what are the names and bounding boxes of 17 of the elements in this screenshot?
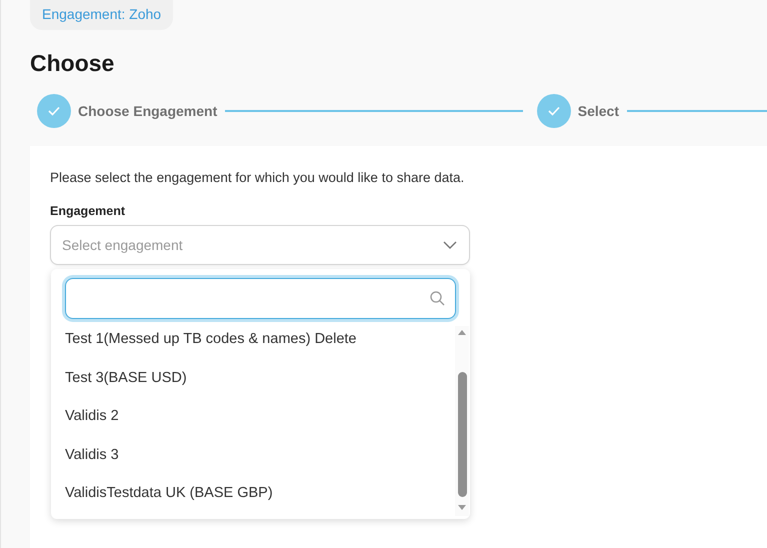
chevron-down-icon [443,241,457,249]
dropdown-option[interactable]: Test 1(Messed up TB codes & names) Delete [65,326,455,364]
scroll-down-icon[interactable] [458,505,466,510]
dropdown-option[interactable]: Validis 2 [65,403,455,442]
search-icon [430,291,445,306]
scrollbar[interactable] [455,326,469,516]
step-label: Choose Engagement [78,103,218,119]
instruction-text: Please select the engagement for which you would like to share data. [50,170,466,185]
field-label: Engagement [50,204,126,218]
dropdown-option[interactable]: ValidisTestdata UK (BASE GBP) [65,480,455,518]
dropdown-option[interactable]: Validis 3 [65,442,455,480]
dropdown-option[interactable]: Test 3(BASE USD) [65,364,455,403]
scroll-up-icon[interactable] [458,330,466,335]
search-field[interactable] [65,278,456,319]
engagement-badge: Engagement: Zoho [30,0,174,30]
step-label: Select [578,103,619,119]
page-title: Choose [30,49,116,78]
